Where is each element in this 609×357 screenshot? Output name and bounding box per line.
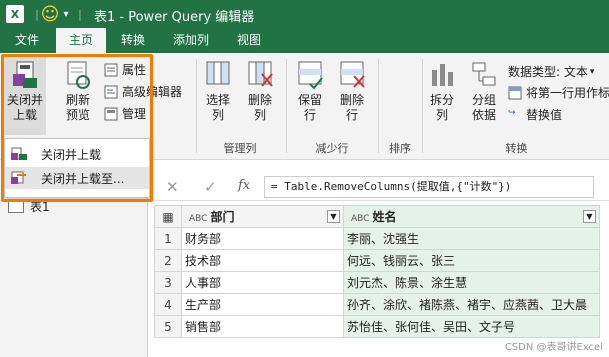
table-row[interactable]: 3 人事部 刘元杰、陈景、涂生慧 (154, 271, 600, 294)
tab-home[interactable]: 主页 (56, 28, 106, 53)
group-by-button[interactable]: 分组 依据 (466, 60, 502, 123)
remove-rows-button[interactable]: 删除 行 (334, 60, 370, 123)
row-number: 3 (154, 271, 182, 294)
replace-values-icon: ↪ (508, 107, 516, 118)
table-corner-menu[interactable]: ▦ (154, 205, 182, 228)
keep-rows-icon (296, 60, 324, 90)
column-header-label: 部门 (210, 210, 235, 224)
ribbon-tabs: 文件 主页 转换 添加列 视图 (0, 28, 609, 53)
keep-rows-button[interactable]: 保留 行 (292, 60, 328, 123)
remove-columns-icon (246, 60, 274, 90)
group-by-label: 分组 依据 (471, 93, 496, 122)
use-first-row-header-button[interactable]: 将第一行用作标 (508, 84, 609, 101)
tab-transform[interactable]: 转换 (110, 28, 156, 53)
power-query-editor-window: X | ☺ ▾ | 表1 - Power Query 编辑器 文件 主页 转换 … (0, 0, 609, 357)
data-type-dropdown[interactable]: 数据类型: 文本 ▾ (508, 63, 594, 80)
table-icon (8, 200, 24, 213)
group-separator (378, 59, 379, 153)
group-label-transform: 转换 (505, 142, 528, 155)
group-by-icon (470, 60, 498, 90)
row-number: 4 (154, 293, 182, 316)
cell-name[interactable]: 何远、钱丽云、张三 (343, 249, 600, 272)
tab-file[interactable]: 文件 (4, 28, 50, 53)
title-bar: X | ☺ ▾ | 表1 - Power Query 编辑器 (0, 0, 609, 28)
cell-name[interactable]: 苏怡佳、张何佳、吴田、文子号 (343, 315, 600, 338)
highlight-box (1, 54, 153, 202)
remove-columns-label: 删除 列 (247, 93, 272, 122)
confirm-formula-icon[interactable]: ✓ (204, 178, 217, 196)
chevron-down-icon: ▾ (589, 66, 595, 77)
cell-dept[interactable]: 销售部 (181, 315, 344, 338)
group-label-manage-columns: 管理列 (223, 142, 257, 155)
watermark: CSDN @表哥讲Excel (504, 342, 603, 353)
replace-values-button[interactable]: ↪ 替换值 (508, 106, 562, 123)
cell-name[interactable]: 孙齐、涂欣、褚陈燕、褚宇、应燕茜、卫大晨 (343, 293, 600, 316)
data-grid: ▦ ABC 部门 ▼ ABC 姓名 ▼ 1 财务部 李丽、沈强生 2 技术部 何远、钱丽云、张三… (154, 205, 600, 338)
window-title: 表1 - Power Query 编辑器 (94, 10, 255, 25)
column-header-dept[interactable]: ABC 部门 ▼ (181, 205, 344, 228)
use-first-row-header-label: 将第一行用作标 (526, 86, 609, 100)
text-type-icon: ABC (189, 214, 208, 224)
group-separator (286, 59, 287, 153)
split-column-label: 拆分 列 (429, 93, 454, 122)
fx-icon[interactable]: fx (238, 178, 250, 193)
keep-rows-label: 保留 行 (297, 93, 322, 122)
select-columns-icon (204, 60, 232, 90)
group-label-reduce-rows: 减少行 (315, 142, 349, 155)
select-columns-button[interactable]: 选择 列 (200, 60, 236, 123)
cell-name[interactable]: 刘元杰、陈景、涂生慧 (343, 271, 600, 294)
split-column-button[interactable]: 拆分 列 (424, 60, 460, 123)
chevron-down-icon[interactable]: ▾ (60, 5, 72, 23)
text-type-icon: ABC (351, 214, 370, 224)
cell-dept[interactable]: 人事部 (181, 271, 344, 294)
table-menu-icon: ▦ (162, 209, 174, 224)
excel-icon[interactable]: X (6, 5, 24, 23)
filter-dropdown-icon[interactable]: ▼ (583, 210, 596, 223)
split-column-icon (428, 60, 456, 90)
cell-dept[interactable]: 生产部 (181, 293, 344, 316)
cancel-formula-icon[interactable]: ✕ (166, 178, 179, 196)
column-header-name[interactable]: ABC 姓名 ▼ (343, 205, 600, 228)
row-number: 5 (154, 315, 182, 338)
cell-name[interactable]: 李丽、沈强生 (343, 227, 600, 250)
group-separator (196, 59, 197, 153)
row-number: 1 (154, 227, 182, 250)
formula-input[interactable]: = Table.RemoveColumns(提取值,{"计数"}) (264, 176, 594, 198)
cell-dept[interactable]: 技术部 (181, 249, 344, 272)
group-separator (422, 59, 423, 153)
row-number: 2 (154, 249, 182, 272)
formula-bar: ✕ ✓ fx = Table.RemoveColumns(提取值,{"计数"}) (148, 173, 609, 201)
table-row[interactable]: 1 财务部 李丽、沈强生 (154, 227, 600, 250)
data-type-label: 数据类型: 文本 (508, 65, 588, 79)
tab-add-column[interactable]: 添加列 (162, 28, 220, 53)
replace-values-label: 替换值 (526, 108, 563, 122)
table-row[interactable]: 4 生产部 孙齐、涂欣、褚陈燕、褚宇、应燕茜、卫大晨 (154, 293, 600, 316)
smiley-feedback-icon[interactable]: ☺ (40, 4, 60, 25)
cell-dept[interactable]: 财务部 (181, 227, 344, 250)
separator-icon: | (78, 7, 82, 21)
remove-rows-icon (338, 60, 366, 90)
filter-dropdown-icon[interactable]: ▼ (327, 210, 340, 223)
column-header-label: 姓名 (372, 210, 397, 224)
table-header-icon (508, 86, 522, 100)
table-row[interactable]: 5 销售部 苏怡佳、张何佳、吴田、文子号 (154, 315, 600, 338)
table-row[interactable]: 2 技术部 何远、钱丽云、张三 (154, 249, 600, 272)
remove-rows-label: 删除 行 (339, 93, 364, 122)
tab-view[interactable]: 视图 (226, 28, 272, 53)
remove-columns-button[interactable]: 删除 列 (242, 60, 278, 123)
select-columns-label: 选择 列 (205, 93, 230, 122)
group-label-sort: 排序 (389, 142, 411, 155)
